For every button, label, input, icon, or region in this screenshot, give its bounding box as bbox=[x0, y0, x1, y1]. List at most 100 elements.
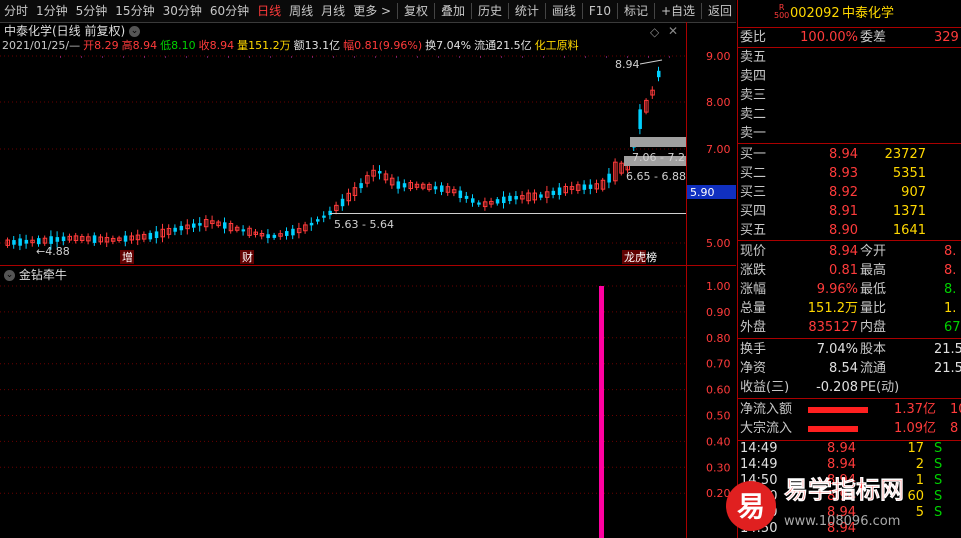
fund-value-2: 21.5 bbox=[934, 342, 961, 357]
stat-label-2: 内盘 bbox=[860, 320, 887, 335]
stat-label: 现价 bbox=[740, 244, 767, 259]
resistance-band bbox=[630, 137, 686, 147]
info-item-8: 换7.04% bbox=[425, 39, 472, 52]
ask-label: 卖二 bbox=[740, 107, 767, 122]
info-item-5: 量151.2万 bbox=[237, 39, 291, 52]
badge-bottom: 500 bbox=[774, 11, 790, 20]
fund-value-2: 21.5 bbox=[934, 361, 961, 376]
indicator-name: 金钻牵牛 bbox=[18, 268, 67, 282]
candle-body bbox=[433, 186, 438, 190]
candle-body bbox=[285, 231, 289, 236]
bid-row[interactable]: 买一 8.94 23727 bbox=[738, 145, 961, 164]
support-label: 5.63 - 5.64 bbox=[334, 218, 394, 231]
indicator-y-tick: 1.00 bbox=[706, 280, 731, 293]
ask-label: 卖四 bbox=[740, 69, 767, 84]
ask-row[interactable]: 卖三 bbox=[738, 86, 961, 105]
candle-body bbox=[173, 227, 177, 232]
fund-label: 换手 bbox=[740, 342, 767, 357]
divider bbox=[738, 143, 961, 144]
low-label: ←4.88 bbox=[36, 245, 70, 258]
bid-label: 买三 bbox=[740, 185, 767, 200]
divider bbox=[738, 398, 961, 399]
indicator-y-tick: 0.40 bbox=[706, 435, 731, 448]
tick-side: S bbox=[934, 441, 943, 456]
signal-bar bbox=[599, 286, 604, 538]
band-label-b: 6.65 - 6.88 bbox=[626, 170, 686, 183]
ask-row[interactable]: 卖五 bbox=[738, 48, 961, 67]
ask-label: 卖五 bbox=[740, 50, 767, 65]
band-label-a: 7.06 - 7.2 bbox=[632, 151, 685, 164]
candle-body bbox=[49, 236, 53, 244]
indicator-y-tick: 0.70 bbox=[706, 358, 731, 371]
candle-body bbox=[316, 219, 320, 222]
stat-row: 总量 151.2万 量比 1. bbox=[738, 299, 961, 318]
stat-label-2: 今开 bbox=[860, 244, 887, 259]
bid-row[interactable]: 买二 8.93 5351 bbox=[738, 164, 961, 183]
high-arrow bbox=[639, 59, 663, 65]
y-tick-label: 7.00 bbox=[706, 143, 731, 156]
candle-body bbox=[328, 210, 332, 216]
ask-label: 卖一 bbox=[740, 126, 767, 141]
info-item-3: 低8.10 bbox=[160, 39, 196, 52]
bid-row[interactable]: 买五 8.90 1641 bbox=[738, 221, 961, 240]
flow-value: 1.09亿 bbox=[894, 421, 936, 436]
event-marker-0[interactable]: 增 bbox=[122, 250, 133, 264]
ask-row[interactable]: 卖四 bbox=[738, 67, 961, 86]
event-marker-2[interactable]: 龙虎榜 bbox=[624, 250, 657, 264]
candle-body bbox=[340, 198, 345, 207]
stat-label: 总量 bbox=[740, 301, 767, 316]
candle-body bbox=[471, 198, 475, 203]
candle-body bbox=[37, 238, 41, 245]
candle-body bbox=[495, 199, 500, 204]
info-item-0: 2021/01/25/— bbox=[2, 39, 81, 52]
candle-body bbox=[464, 195, 469, 199]
collapse-icon[interactable]: ⌄ bbox=[4, 270, 15, 281]
candle-body bbox=[607, 173, 611, 183]
candle-body bbox=[582, 184, 587, 190]
bid-row[interactable]: 买三 8.92 907 bbox=[738, 183, 961, 202]
bid-label: 买五 bbox=[740, 223, 767, 238]
candle-body bbox=[272, 234, 277, 238]
fundamental-row: 换手 7.04% 股本 21.5 bbox=[738, 340, 961, 359]
fund-label: 收益(三) bbox=[740, 380, 790, 395]
indicator-chart[interactable]: 1.000.900.800.700.600.500.400.300.20 bbox=[0, 266, 736, 538]
stat-label-2: 最低 bbox=[860, 282, 887, 297]
bid-row[interactable]: 买四 8.91 1371 bbox=[738, 202, 961, 221]
y-tick-label: 8.00 bbox=[706, 96, 731, 109]
ask-row[interactable]: 卖一 bbox=[738, 124, 961, 143]
tick-volume: 17 bbox=[907, 441, 924, 456]
y-tick-label: 9.00 bbox=[706, 50, 731, 63]
bid-label: 买一 bbox=[740, 147, 767, 162]
weicha-label: 委差 bbox=[860, 30, 887, 45]
flow-tail: 8 bbox=[950, 421, 959, 436]
diamond-icon[interactable]: ◇ bbox=[650, 25, 659, 39]
weibi-label: 委比 bbox=[740, 30, 767, 45]
bid-volume: 23727 bbox=[884, 147, 926, 162]
candle-body bbox=[92, 235, 97, 243]
ask-row[interactable]: 卖二 bbox=[738, 105, 961, 124]
flow-tail: 10 bbox=[950, 402, 961, 417]
candle-body bbox=[55, 237, 60, 242]
bid-price: 8.93 bbox=[829, 166, 858, 181]
candle-body bbox=[12, 240, 16, 245]
candle-body bbox=[123, 235, 128, 242]
bid-price: 8.90 bbox=[829, 223, 858, 238]
chevron-down-icon[interactable]: ⌄ bbox=[129, 26, 141, 37]
candle-body bbox=[18, 238, 22, 246]
candle-body bbox=[638, 109, 642, 129]
close-icon[interactable]: ✕ bbox=[668, 24, 678, 38]
event-marker-1[interactable]: 财 bbox=[242, 250, 253, 264]
current-price-label: 5.90 bbox=[690, 186, 715, 199]
tick-time: 14:49 bbox=[740, 441, 778, 456]
candle-body bbox=[359, 183, 363, 189]
stat-value-2: 1. bbox=[944, 301, 957, 316]
candle-body bbox=[396, 181, 401, 189]
indicator-y-tick: 0.90 bbox=[706, 306, 731, 319]
stat-value: 835127 bbox=[808, 320, 858, 335]
rating-badge: R 500 bbox=[774, 4, 789, 20]
stat-label-2: 量比 bbox=[860, 301, 887, 316]
quote-panel: R 500 002092 中泰化学 委比 100.00% 委差 329 卖五 卖四… bbox=[737, 0, 961, 538]
fund-label-2: 股本 bbox=[860, 342, 887, 357]
candle-body bbox=[179, 225, 184, 231]
candle-body bbox=[322, 215, 326, 218]
